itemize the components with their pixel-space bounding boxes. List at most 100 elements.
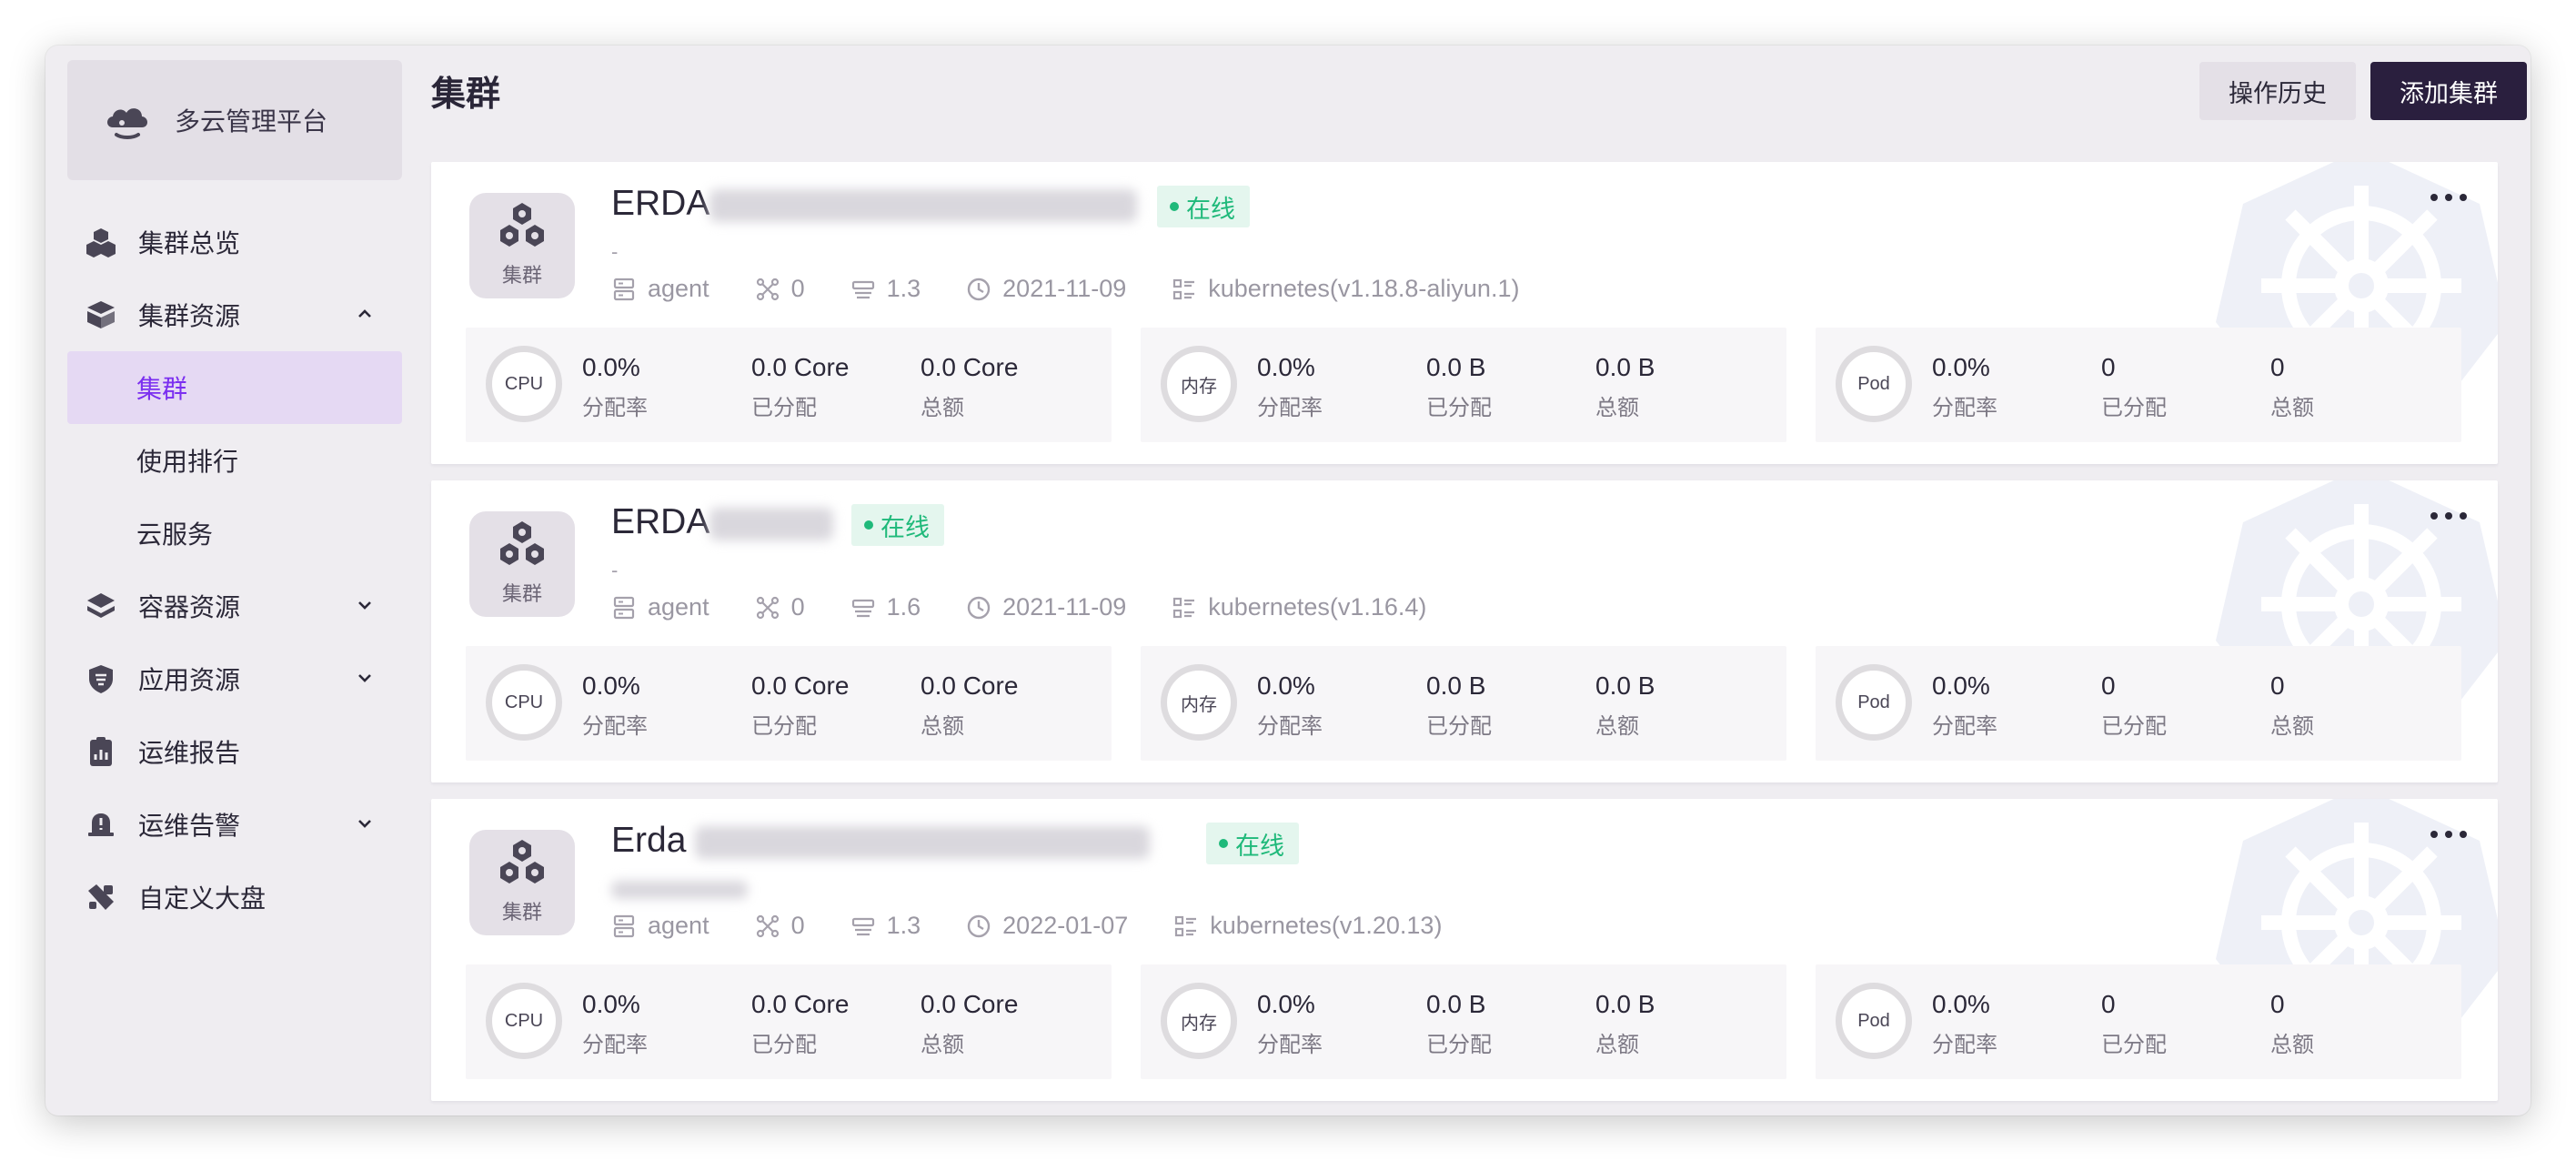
meta-kubernetes: kubernetes(v1.18.8-aliyun.1)	[1172, 275, 1519, 303]
memory-total: 0.0 B	[1595, 671, 1655, 700]
memory-rate: 0.0%	[1257, 990, 1315, 1018]
cluster-description: -	[611, 559, 619, 581]
server-icon	[611, 277, 637, 302]
meta-kubernetes: kubernetes(v1.16.4)	[1172, 593, 1426, 621]
list-icon	[1173, 914, 1199, 939]
cluster-name-text: ERDA	[611, 502, 710, 541]
memory-rate: 0.0%	[1257, 353, 1315, 381]
more-actions-icon[interactable]	[2430, 191, 2467, 204]
meta-type-text: agent	[648, 593, 709, 621]
cloud-logo-icon	[101, 94, 154, 146]
add-cluster-button[interactable]: 添加集群	[2370, 62, 2527, 120]
pod-badge: Pod	[1836, 983, 1912, 1059]
shield-list-icon	[86, 663, 116, 694]
server-icon	[611, 914, 637, 939]
sidebar-item-custom-dashboard[interactable]: 自定义大盘	[67, 861, 402, 934]
clock-icon	[966, 595, 991, 621]
memory-rate: 0.0%	[1257, 671, 1315, 700]
cpu-total-label: 总额	[921, 1033, 964, 1057]
sidebar-item-label: 应用资源	[138, 666, 241, 694]
cluster-name-text: ERDA	[611, 184, 710, 223]
cluster-card[interactable]: 集群 ERDA 在线 - agent 0 1.3 2021-11-09 kube…	[431, 162, 2498, 464]
more-actions-icon[interactable]	[2430, 828, 2467, 841]
alarm-bell-icon	[86, 809, 116, 840]
sidebar-item-label: 自定义大盘	[138, 884, 267, 913]
meta-version: 1.6	[850, 593, 921, 621]
redacted-name	[695, 825, 1151, 859]
cpu-rate-label: 分配率	[582, 396, 648, 420]
cluster-name[interactable]: ERDA	[611, 184, 1138, 224]
memory-badge: 内存	[1161, 346, 1237, 422]
cpu-rate-label: 分配率	[582, 714, 648, 739]
meta-version: 1.3	[850, 275, 921, 303]
pod-metric: Pod 0.0% 分配率 0 已分配 0 总额	[1816, 328, 2461, 442]
sidebar-item-ops-report[interactable]: 运维报告	[67, 715, 402, 788]
header-actions: 操作历史 添加集群	[2199, 62, 2527, 120]
cluster-card[interactable]: 集群 ERDA 在线 - agent 0 1.6 2021-11-09 kube…	[431, 480, 2498, 782]
memory-allocated: 0.0 B	[1426, 990, 1486, 1018]
cpu-rate: 0.0%	[582, 353, 640, 381]
sidebar-item-cloud-services[interactable]: 云服务	[67, 497, 402, 570]
meta-nodes: 0	[755, 912, 805, 940]
status-dot	[1170, 202, 1179, 211]
redacted-name	[709, 507, 834, 540]
cluster-description: -	[611, 240, 619, 263]
sidebar-item-clusters[interactable]: 集群	[67, 351, 402, 424]
status-text: 在线	[880, 513, 930, 541]
cluster-list: 集群 ERDA 在线 - agent 0 1.3 2021-11-09 kube…	[431, 162, 2498, 1116]
cpu-total: 0.0 Core	[921, 990, 1019, 1018]
redacted-name	[709, 188, 1138, 222]
cluster-card[interactable]: 集群 Erda 在线 agent 0 1.3 2022-01-07 kubern…	[431, 799, 2498, 1101]
sidebar-item-container-resources[interactable]: 容器资源	[67, 570, 402, 642]
redacted-description	[611, 881, 748, 900]
avatar-label: 集群	[501, 264, 542, 287]
cluster-hex-icon	[493, 836, 551, 894]
more-actions-icon[interactable]	[2430, 510, 2467, 522]
memory-total-label: 总额	[1595, 396, 1639, 420]
memory-rate-label: 分配率	[1257, 396, 1323, 420]
pod-allocated-label: 已分配	[2101, 714, 2167, 739]
cpu-total: 0.0 Core	[921, 353, 1019, 381]
meta-kubernetes-text: kubernetes(v1.16.4)	[1208, 593, 1427, 621]
cluster-meta: agent 0 1.3 2022-01-07 kubernetes(v1.20.…	[611, 912, 1487, 940]
pod-badge: Pod	[1836, 664, 1912, 741]
pod-total-label: 总额	[2270, 714, 2314, 739]
meta-kubernetes: kubernetes(v1.20.13)	[1173, 912, 1442, 940]
meta-version-text: 1.3	[886, 912, 921, 939]
meta-nodes-text: 0	[790, 275, 805, 302]
cpu-rate-label: 分配率	[582, 1033, 648, 1057]
sidebar-item-cluster-resources[interactable]: 集群资源	[67, 278, 402, 351]
pod-rate-label: 分配率	[1932, 714, 1997, 739]
sidebar-item-ops-alerts[interactable]: 运维告警	[67, 788, 402, 861]
brand[interactable]: 多云管理平台	[67, 60, 402, 180]
meta-kubernetes-text: kubernetes(v1.18.8-aliyun.1)	[1208, 275, 1520, 302]
cluster-name[interactable]: Erda	[611, 821, 1151, 861]
cpu-total-label: 总额	[921, 396, 964, 420]
layers-icon	[86, 591, 116, 621]
memory-metric: 内存 0.0% 分配率 0.0 B 已分配 0.0 B 总额	[1141, 964, 1786, 1079]
operation-history-button[interactable]: 操作历史	[2199, 62, 2356, 120]
pod-rate: 0.0%	[1932, 671, 1990, 700]
cpu-metric: CPU 0.0% 分配率 0.0 Core 已分配 0.0 Core 总额	[466, 646, 1112, 761]
page-title: 集群	[431, 76, 501, 114]
sidebar-nav: 集群总览 集群资源 集群 使用排行 云服务 容器资源 应用资源 运维报告 运维告…	[67, 206, 402, 934]
status-text: 在线	[1235, 832, 1284, 860]
meta-type: agent	[611, 275, 709, 303]
memory-total: 0.0 B	[1595, 990, 1655, 1018]
cpu-badge: CPU	[486, 664, 562, 741]
sidebar-item-usage-ranking[interactable]: 使用排行	[67, 424, 402, 497]
pod-badge: Pod	[1836, 346, 1912, 422]
sidebar-item-cluster-overview[interactable]: 集群总览	[67, 206, 402, 278]
cluster-avatar: 集群	[469, 511, 575, 617]
layers-cube-icon	[86, 299, 116, 330]
meta-type-text: agent	[648, 912, 709, 939]
list-icon	[1172, 277, 1197, 302]
pod-total: 0	[2270, 990, 2285, 1018]
resource-metrics: CPU 0.0% 分配率 0.0 Core 已分配 0.0 Core 总额 内存 0.…	[466, 328, 2461, 442]
cpu-metric: CPU 0.0% 分配率 0.0 Core 已分配 0.0 Core 总额	[466, 328, 1112, 442]
nodes-icon	[755, 914, 780, 939]
status-dot	[864, 520, 873, 530]
cluster-name[interactable]: ERDA	[611, 502, 834, 542]
sidebar-item-app-resources[interactable]: 应用资源	[67, 642, 402, 715]
status-badge: 在线	[1206, 823, 1299, 864]
